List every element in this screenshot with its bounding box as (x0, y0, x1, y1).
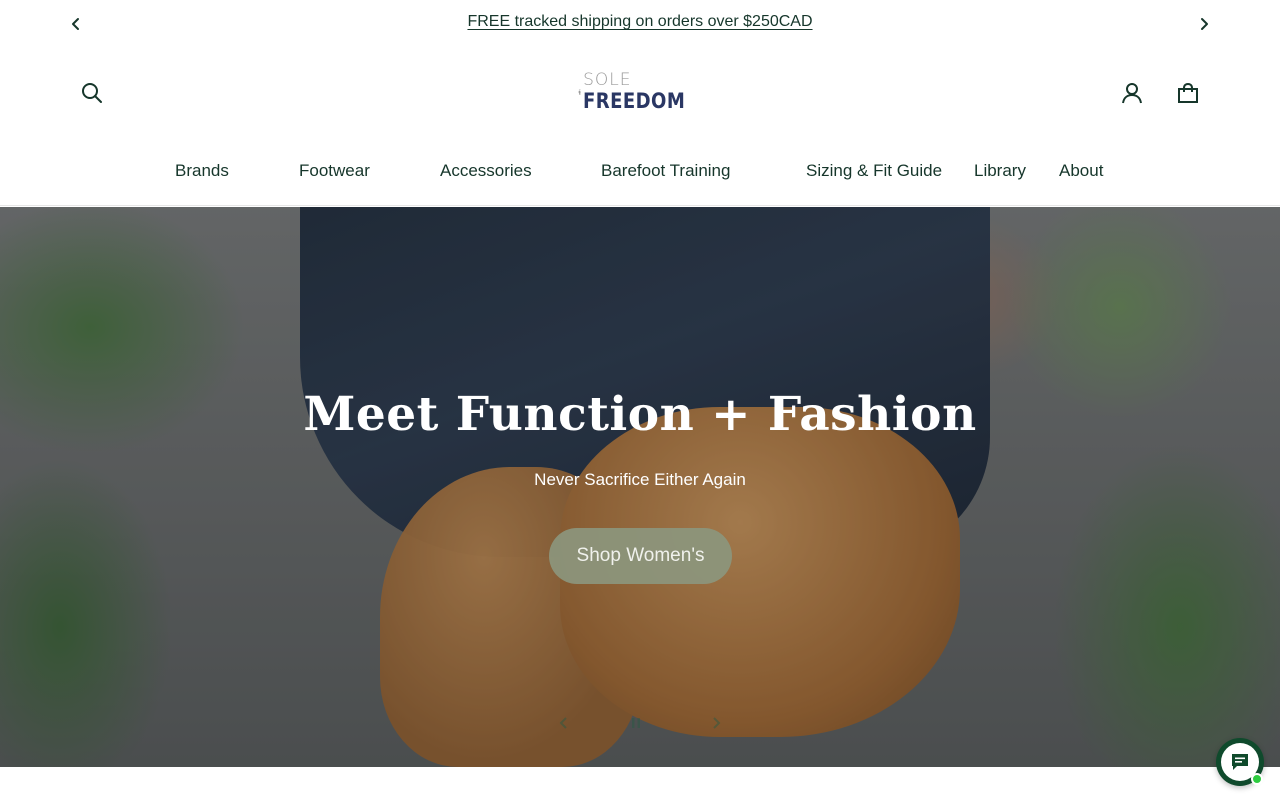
account-icon (1122, 83, 1142, 104)
site-header: SOLE FREEDOM (0, 48, 1280, 138)
slideshow-pause-button[interactable] (624, 711, 648, 735)
cart-button[interactable] (1172, 77, 1204, 109)
announcement-next-button[interactable] (1192, 12, 1216, 36)
announcement-link[interactable]: FREE tracked shipping on orders over $25… (0, 13, 1280, 31)
nav-item-barefoot-training[interactable]: Barefoot Training (601, 161, 730, 181)
nav-item-brands[interactable]: Brands (175, 161, 229, 181)
chevron-left-icon (559, 717, 567, 729)
hero-banner: Meet Function + Fashion Never Sacrifice … (0, 207, 1280, 767)
hero-subtitle: Never Sacrifice Either Again (534, 470, 746, 489)
logo-line-freedom: FREEDOM (583, 89, 686, 113)
logo-line-sole: SOLE (583, 70, 632, 90)
footprint-icon (578, 89, 582, 95)
nav-item-about[interactable]: About (1059, 161, 1103, 181)
chat-online-status (1251, 773, 1263, 785)
main-navigation: Brands Footwear Accessories Barefoot Tra… (0, 138, 1280, 206)
nav-item-accessories[interactable]: Accessories (440, 161, 532, 181)
search-icon (82, 83, 102, 103)
announcement-bar: FREE tracked shipping on orders over $25… (0, 0, 1280, 48)
chat-widget-button[interactable] (1216, 738, 1264, 786)
site-logo[interactable]: SOLE FREEDOM (578, 64, 702, 120)
shop-womens-button[interactable]: Shop Women's (549, 528, 732, 584)
pause-icon (632, 718, 640, 728)
cart-icon (1178, 82, 1198, 103)
nav-item-library[interactable]: Library (974, 161, 1026, 181)
chevron-right-icon (1201, 18, 1208, 30)
slideshow-prev-button[interactable] (552, 711, 576, 735)
slideshow-next-button[interactable] (704, 711, 728, 735)
search-button[interactable] (76, 77, 108, 109)
chevron-right-icon (713, 717, 721, 729)
hero-title: Meet Function + Fashion (303, 387, 977, 442)
account-button[interactable] (1116, 77, 1148, 109)
nav-item-sizing-fit-guide[interactable]: Sizing & Fit Guide (806, 161, 942, 181)
chat-icon (1232, 754, 1248, 770)
nav-item-footwear[interactable]: Footwear (299, 161, 370, 181)
